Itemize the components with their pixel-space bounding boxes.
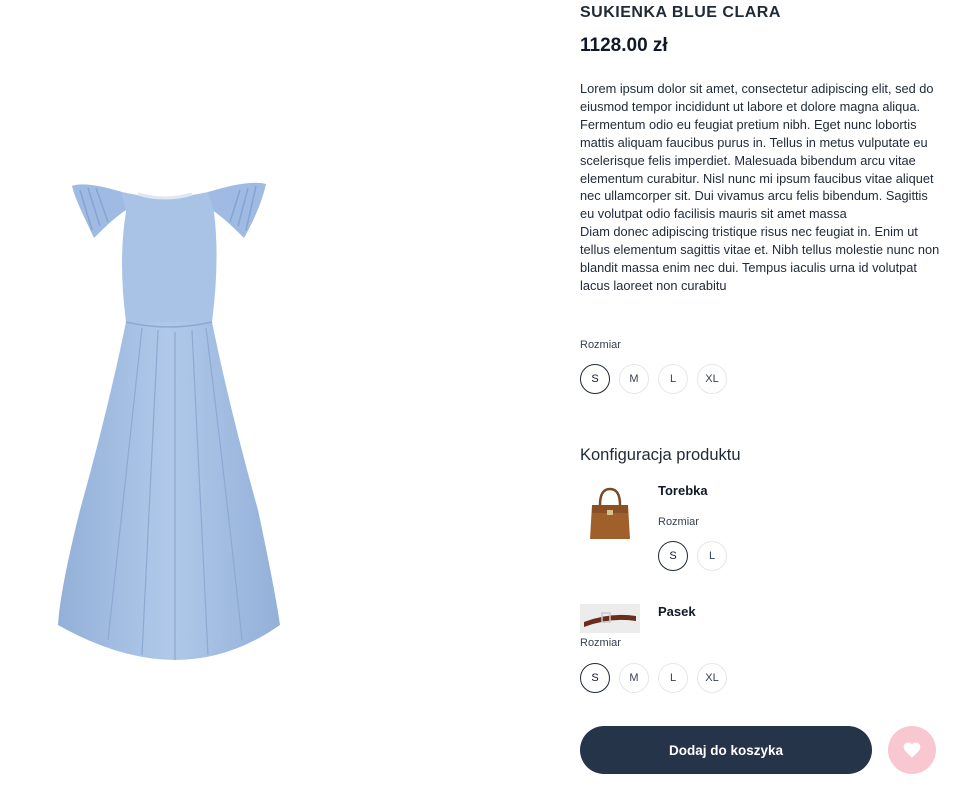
configuration-title: Konfiguracja produktu bbox=[580, 446, 741, 464]
product-image[interactable] bbox=[30, 150, 320, 690]
option-size-label: Rozmiar bbox=[658, 516, 699, 528]
option-size-label: Rozmiar bbox=[580, 637, 621, 649]
option-size-selector: S L bbox=[658, 541, 727, 571]
heart-icon bbox=[903, 742, 921, 758]
description-paragraph: Lorem ipsum dolor sit amet, consectetur … bbox=[580, 81, 934, 222]
belt-icon bbox=[580, 604, 640, 633]
belt-size-option-m[interactable]: M bbox=[619, 663, 649, 693]
option-size-selector: S M L XL bbox=[580, 663, 727, 693]
bag-size-option-s[interactable]: S bbox=[658, 541, 688, 571]
option-name: Torebka bbox=[658, 483, 708, 498]
product-price: 1128.00 zł bbox=[580, 35, 668, 56]
add-to-cart-button[interactable]: Dodaj do koszyka bbox=[580, 726, 872, 774]
size-selector: S M L XL bbox=[580, 364, 727, 394]
belt-size-option-l[interactable]: L bbox=[658, 663, 688, 693]
option-name: Pasek bbox=[658, 604, 696, 619]
favorite-button[interactable] bbox=[888, 726, 936, 774]
belt-size-option-s[interactable]: S bbox=[580, 663, 610, 693]
belt-thumbnail[interactable] bbox=[580, 604, 640, 633]
handbag-icon bbox=[590, 487, 630, 539]
size-option-m[interactable]: M bbox=[619, 364, 649, 394]
size-label: Rozmiar bbox=[580, 339, 621, 351]
bag-thumbnail[interactable] bbox=[580, 483, 640, 543]
size-option-l[interactable]: L bbox=[658, 364, 688, 394]
belt-size-option-xl[interactable]: XL bbox=[697, 663, 727, 693]
description-paragraph: Diam donec adipiscing tristique risus ne… bbox=[580, 224, 940, 293]
product-description: Lorem ipsum dolor sit amet, consectetur … bbox=[580, 80, 940, 295]
dress-image bbox=[58, 182, 280, 660]
size-option-s[interactable]: S bbox=[580, 364, 610, 394]
size-option-xl[interactable]: XL bbox=[697, 364, 727, 394]
bag-size-option-l[interactable]: L bbox=[697, 541, 727, 571]
product-title: SUKIENKA BLUE CLARA bbox=[580, 4, 781, 21]
